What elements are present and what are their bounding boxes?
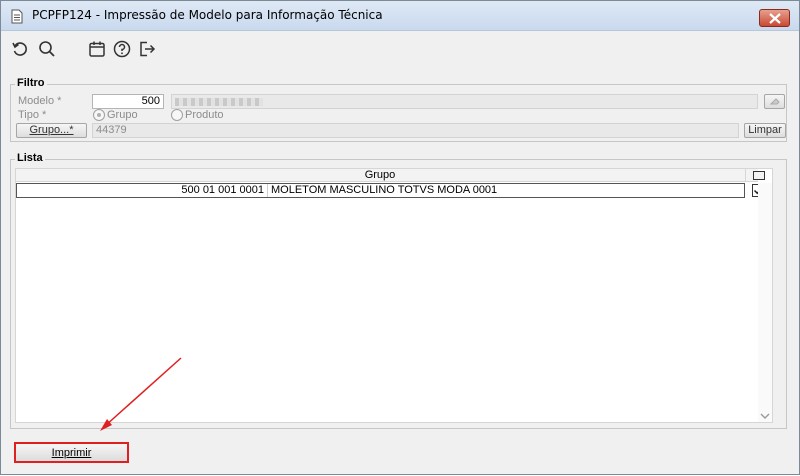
refresh-icon[interactable]: [11, 40, 29, 58]
chevron-down-icon[interactable]: [760, 413, 770, 420]
tipo-radio-produto[interactable]: [171, 109, 183, 121]
grupo-button[interactable]: Grupo...*: [16, 123, 87, 138]
exit-icon[interactable]: [138, 40, 156, 58]
tipo-radio-produto-label: Produto: [185, 109, 224, 121]
print-button[interactable]: Imprimir: [14, 442, 129, 463]
limpar-button-label: Limpar: [748, 124, 782, 136]
select-all-icon: [753, 171, 765, 180]
row-code: 500 01 001 0001: [17, 184, 268, 197]
print-button-label: Imprimir: [51, 447, 92, 459]
row-description: MOLETOM MASCULINO TOTVS MODA 0001: [271, 184, 498, 196]
redacted-text: [175, 98, 263, 106]
tipo-radio-grupo[interactable]: [93, 109, 105, 121]
calendar-icon[interactable]: [88, 40, 106, 58]
column-header-grupo[interactable]: Grupo: [16, 169, 744, 182]
vertical-scrollbar[interactable]: [758, 183, 772, 422]
modelo-label: Modelo *: [18, 95, 62, 107]
column-header-select-all[interactable]: [745, 169, 772, 182]
tipo-label: Tipo *: [18, 109, 47, 121]
toolbar: [1, 32, 799, 66]
table-row[interactable]: 500 01 001 0001 MOLETOM MASCULINO TOTVS …: [16, 183, 745, 198]
document-icon: [11, 9, 23, 24]
modelo-lookup-button[interactable]: [764, 94, 785, 109]
search-icon[interactable]: [38, 40, 56, 58]
tipo-radio-grupo-label: Grupo: [107, 109, 138, 121]
title-bar: PCPFP124 - Impressão de Modelo para Info…: [1, 1, 799, 31]
window-title: PCPFP124 - Impressão de Modelo para Info…: [32, 8, 383, 22]
close-button[interactable]: [759, 9, 790, 27]
eraser-icon: [769, 98, 780, 105]
filtro-legend: Filtro: [15, 77, 47, 89]
limpar-button[interactable]: Limpar: [744, 123, 786, 138]
grupo-button-label: Grupo...*: [29, 124, 74, 136]
modelo-input[interactable]: 500: [92, 94, 164, 109]
close-icon: [769, 13, 781, 24]
grid-header: Grupo: [16, 169, 765, 182]
grupo-value-field: 44379: [92, 123, 739, 138]
main-window: PCPFP124 - Impressão de Modelo para Info…: [0, 0, 800, 475]
help-icon[interactable]: [113, 40, 131, 58]
lista-grid: Grupo 500 01 001 0001 MOLETOM MASCULINO …: [15, 168, 773, 423]
modelo-description-field: [171, 94, 758, 109]
lista-legend: Lista: [15, 152, 45, 164]
filtro-group: Filtro Modelo * 500 Tipo * Grupo Produto…: [10, 77, 787, 142]
